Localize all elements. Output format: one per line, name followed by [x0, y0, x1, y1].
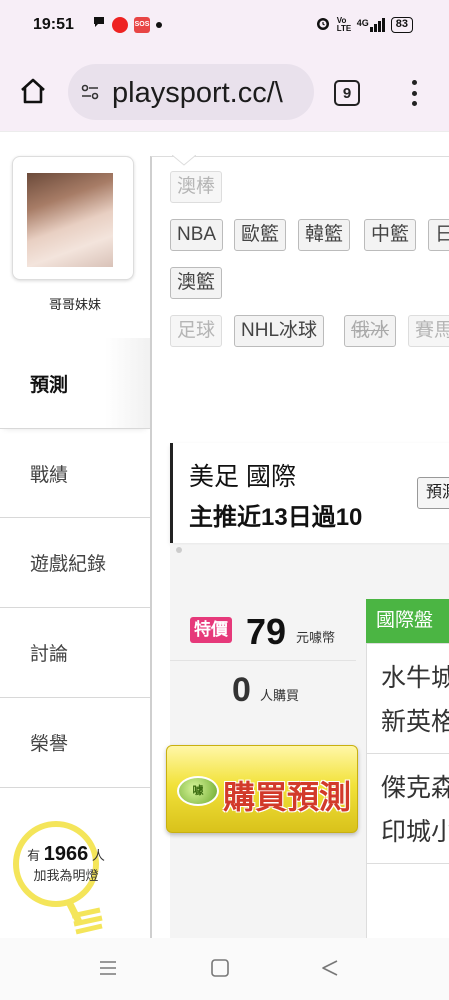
- list-item[interactable]: 傑克森 印城小: [367, 754, 449, 864]
- web-page: 哥哥妹妹 預測 戰績 遊戲紀錄 討論 榮譽 有 1966 人 加我為明燈 澳棒 …: [0, 132, 449, 938]
- price-row: 特價 79 元噱幣: [170, 611, 356, 661]
- home-team: 傑克森: [381, 774, 449, 802]
- follower-suffix: 人: [91, 848, 105, 863]
- follower-count[interactable]: 有 1966 人 加我為明燈: [16, 844, 116, 886]
- predict-content: 澳棒 NBA 歐籃 韓籃 中籃 日 澳籃 足球 NHL冰球 俄冰 賽馬 美足 國…: [150, 155, 449, 938]
- sidebar-item-label: 遊戲紀錄: [30, 554, 107, 575]
- home-team: 水牛城: [381, 664, 449, 692]
- sidebar-item-record[interactable]: 戰績: [0, 428, 150, 518]
- sidebar-item-discussion[interactable]: 討論: [0, 608, 150, 698]
- coin-icon: 噱: [177, 776, 219, 806]
- system-icons: Vo LTE 4G 83: [315, 15, 413, 34]
- sidebar-item-game-history[interactable]: 遊戲紀錄: [0, 518, 150, 608]
- buy-prediction-button[interactable]: 噱 購買預測: [166, 745, 358, 833]
- url-text: playsport.cc/\: [112, 77, 283, 109]
- browser-menu-button[interactable]: [406, 78, 422, 108]
- category-tag[interactable]: NHL冰球: [234, 315, 325, 347]
- notification-icons: SOS: [92, 15, 162, 34]
- category-tag[interactable]: 歐籃: [234, 219, 287, 251]
- sidebar-item-label: 榮譽: [30, 734, 69, 755]
- home-nav-icon[interactable]: [210, 958, 230, 978]
- pointer-notch-icon: [172, 155, 196, 166]
- avatar-card[interactable]: [12, 156, 134, 280]
- category-tag[interactable]: 日: [428, 219, 449, 251]
- prediction-shop-panel: 特價 79 元噱幣 0 人購買 噱 購買預測 國際盤 水牛城 新英格 傑克森 印…: [166, 545, 449, 938]
- address-bar[interactable]: playsport.cc/\: [68, 64, 314, 120]
- game-header: 美足 國際 主推近13日過10 預測: [170, 443, 449, 543]
- sidebar-item-label: 討論: [30, 644, 69, 665]
- network-type: 4G: [356, 17, 369, 28]
- panel-dot-icon: [176, 547, 182, 553]
- category-tag[interactable]: 韓籃: [298, 219, 351, 251]
- sidebar-item-predict[interactable]: 預測: [0, 338, 150, 428]
- sidebar-item-label: 預測: [30, 374, 69, 396]
- battery-icon: 83: [390, 16, 413, 33]
- league-title: 美足 國際: [189, 463, 296, 491]
- list-item[interactable]: 水牛城 新英格: [367, 644, 449, 754]
- chat-bubble-icon: [92, 15, 106, 34]
- tab-international-market[interactable]: 國際盤: [366, 599, 449, 643]
- away-team: 新英格: [381, 708, 449, 736]
- buyer-unit: 人購買: [260, 688, 300, 703]
- price-value: 79: [246, 611, 287, 652]
- category-tag[interactable]: 澳籃: [170, 267, 223, 299]
- tab-switcher-button[interactable]: 9: [334, 80, 360, 106]
- buyer-count: 0: [232, 671, 251, 709]
- sidebar-item-honors[interactable]: 榮譽: [0, 698, 150, 788]
- follow-caption: 加我為明燈: [33, 868, 99, 883]
- predict-button[interactable]: 預測: [417, 477, 449, 509]
- avatar: [27, 173, 113, 267]
- home-button[interactable]: [18, 76, 48, 106]
- match-list: 水牛城 新英格 傑克森 印城小: [366, 643, 449, 938]
- back-icon[interactable]: [320, 958, 340, 978]
- category-tag[interactable]: 中籃: [364, 219, 417, 251]
- status-bar: 19:51 SOS Vo LTE 4G 83: [0, 0, 449, 50]
- category-tag[interactable]: NBA: [170, 219, 224, 251]
- browser-toolbar: playsport.cc/\ 9: [0, 50, 449, 132]
- price-unit: 元噱幣: [296, 630, 336, 645]
- special-price-badge: 特價: [190, 617, 232, 643]
- follower-number: 1966: [43, 843, 89, 865]
- streak-summary: 主推近13日過10: [189, 504, 363, 531]
- status-time: 19:51: [33, 16, 74, 33]
- menu-dot-icon: [411, 90, 417, 96]
- app-notification-icon: [112, 16, 128, 33]
- category-tag[interactable]: 俄冰: [344, 315, 397, 347]
- menu-dot-icon: [411, 101, 417, 106]
- recent-apps-icon[interactable]: [98, 958, 118, 978]
- alarm-icon: [315, 15, 331, 34]
- system-navigation-bar: [0, 938, 449, 1000]
- site-settings-icon[interactable]: [80, 82, 100, 107]
- menu-dot-icon: [411, 80, 417, 85]
- more-notifications-dot-icon: [156, 21, 162, 28]
- sos-icon: SOS: [134, 16, 150, 33]
- category-tag[interactable]: 賽馬: [408, 315, 449, 347]
- follower-prefix: 有: [27, 848, 41, 863]
- sidebar-item-label: 戰績: [30, 464, 69, 486]
- category-tag[interactable]: 澳棒: [170, 171, 223, 203]
- username: 哥哥妹妹: [48, 297, 101, 312]
- away-team: 印城小: [381, 818, 449, 846]
- home-icon: [21, 78, 45, 104]
- volte-icon: Vo LTE: [336, 15, 352, 33]
- profile-sidebar: 哥哥妹妹 預測 戰績 遊戲紀錄 討論 榮譽 有 1966 人 加我為明燈: [0, 132, 150, 938]
- category-tag[interactable]: 足球: [170, 315, 223, 347]
- buy-button-label: 購買預測: [223, 779, 352, 815]
- signal-icon: 4G: [356, 17, 385, 32]
